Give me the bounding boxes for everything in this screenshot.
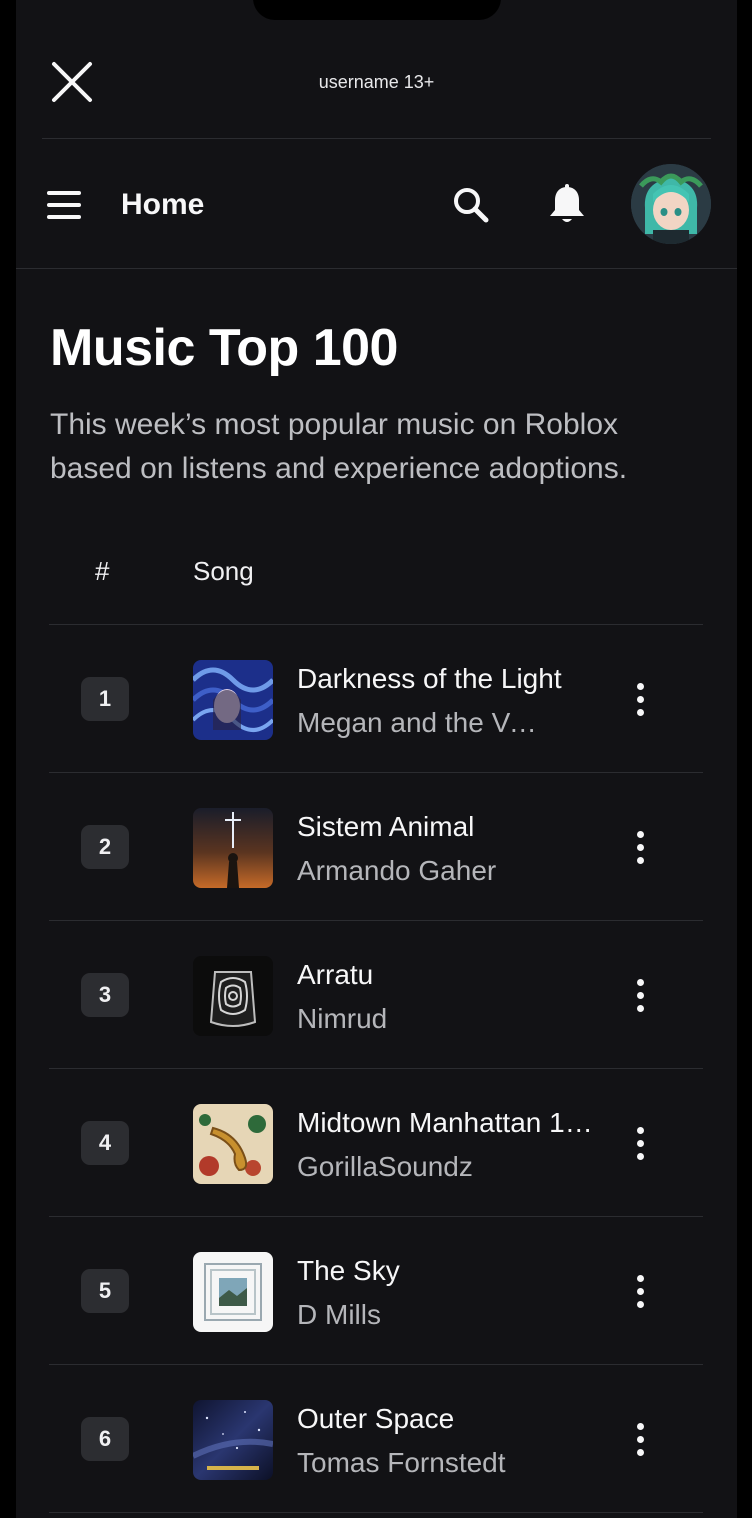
album-cover[interactable] [193,1104,273,1184]
album-cover[interactable] [193,808,273,888]
more-vertical-icon [637,1005,644,1012]
search-icon [454,188,489,223]
search-button[interactable] [450,184,492,226]
divider [16,268,737,269]
album-cover[interactable] [193,1400,273,1480]
more-vertical-icon [637,857,644,864]
song-artist[interactable]: Nimrud [297,1003,547,1035]
hamburger-icon-line [47,215,81,219]
song-title[interactable]: Sistem Animal [297,811,607,843]
column-header-song: Song [193,556,254,586]
more-vertical-icon [637,709,644,716]
more-vertical-icon [637,844,644,851]
song-artist[interactable]: Megan and the Vega… [297,707,547,739]
rank-badge: 1 [81,677,129,721]
more-vertical-icon [637,1140,644,1147]
bell-icon [550,184,584,222]
table-row[interactable]: 5 The Sky D Mills [49,1216,703,1364]
table-row[interactable]: 4 Midtown Manhattan 19… GorillaSoundz [49,1068,703,1216]
song-artist[interactable]: D Mills [297,1299,547,1331]
table-row[interactable]: 2 Sistem Animal Armando Gaher [49,772,703,920]
more-vertical-icon [637,831,644,838]
more-options-button[interactable] [623,1269,659,1313]
rank-badge: 6 [81,1417,129,1461]
more-vertical-icon [637,1423,644,1430]
more-vertical-icon [637,992,644,999]
more-vertical-icon [637,696,644,703]
notifications-button[interactable] [546,183,588,227]
album-art-image [193,1252,273,1332]
username-label: username 13+ [318,72,435,92]
more-vertical-icon [637,1153,644,1160]
table-row[interactable]: 6 Outer Space Tomas Fornstedt [49,1364,703,1513]
hamburger-icon-line [47,203,81,207]
rank-badge: 2 [81,825,129,869]
nav-title: Home [121,188,205,221]
song-artist[interactable]: GorillaSoundz [297,1151,547,1183]
top-bar: username 13+ [16,0,737,138]
more-vertical-icon [637,979,644,986]
rank-badge: 5 [81,1269,129,1313]
hamburger-icon-line [47,191,81,195]
more-vertical-icon [637,1288,644,1295]
page-description: This week’s most popular music on Roblox… [50,408,628,485]
column-header-rank: # [95,556,110,586]
album-cover[interactable] [193,660,273,740]
album-art-image [193,660,273,740]
more-options-button[interactable] [623,1417,659,1461]
song-list: 1 Darkness of the Light Megan and the Ve… [49,624,703,1513]
album-cover[interactable] [193,956,273,1036]
more-vertical-icon [637,1449,644,1456]
album-art-image [193,808,273,888]
more-options-button[interactable] [623,1121,659,1165]
menu-button[interactable] [44,189,84,221]
album-art-image [193,1400,273,1480]
song-artist[interactable]: Armando Gaher [297,855,547,887]
more-options-button[interactable] [623,825,659,869]
table-row[interactable]: 1 Darkness of the Light Megan and the Ve… [49,624,703,772]
album-art-image [193,956,273,1036]
song-title[interactable]: Midtown Manhattan 19… [297,1107,607,1139]
rank-badge: 3 [81,973,129,1017]
album-cover[interactable] [193,1252,273,1332]
avatar-image [631,164,711,244]
song-artist[interactable]: Tomas Fornstedt [297,1447,547,1479]
more-vertical-icon [637,1127,644,1134]
album-art-image [193,1104,273,1184]
song-title[interactable]: Outer Space [297,1403,607,1435]
more-vertical-icon [637,683,644,690]
more-options-button[interactable] [623,677,659,721]
song-title[interactable]: Arratu [297,959,607,991]
table-row[interactable]: 3 Arratu Nimrud [49,920,703,1068]
rank-badge: 4 [81,1121,129,1165]
song-title[interactable]: The Sky [297,1255,607,1287]
avatar[interactable] [631,164,711,244]
more-vertical-icon [637,1301,644,1308]
page-title: Music Top 100 [50,319,398,377]
app-screen: username 13+ Home Music Top 100 This wee… [16,0,737,1518]
nav-bar: Home [16,139,737,269]
song-title[interactable]: Darkness of the Light [297,663,607,695]
more-vertical-icon [637,1275,644,1282]
more-options-button[interactable] [623,973,659,1017]
more-vertical-icon [637,1436,644,1443]
